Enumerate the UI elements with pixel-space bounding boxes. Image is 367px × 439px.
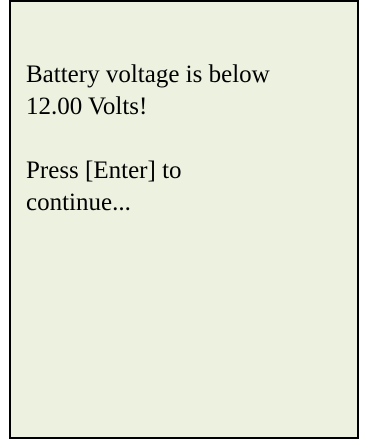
lcd-screen: Battery voltage is below 12.00 Volts! Pr… (9, 0, 359, 439)
battery-warning-line-2: 12.00 Volts! (26, 93, 148, 120)
battery-warning: Battery voltage is below 12.00 Volts! (26, 59, 356, 123)
continue-prompt: Press [Enter] to continue... (26, 155, 356, 219)
continue-prompt-line-2: continue... (26, 189, 131, 216)
continue-prompt-line-1: Press [Enter] to (26, 157, 182, 184)
battery-warning-line-1: Battery voltage is below (26, 61, 270, 88)
message-area: Battery voltage is below 12.00 Volts! Pr… (26, 59, 356, 219)
